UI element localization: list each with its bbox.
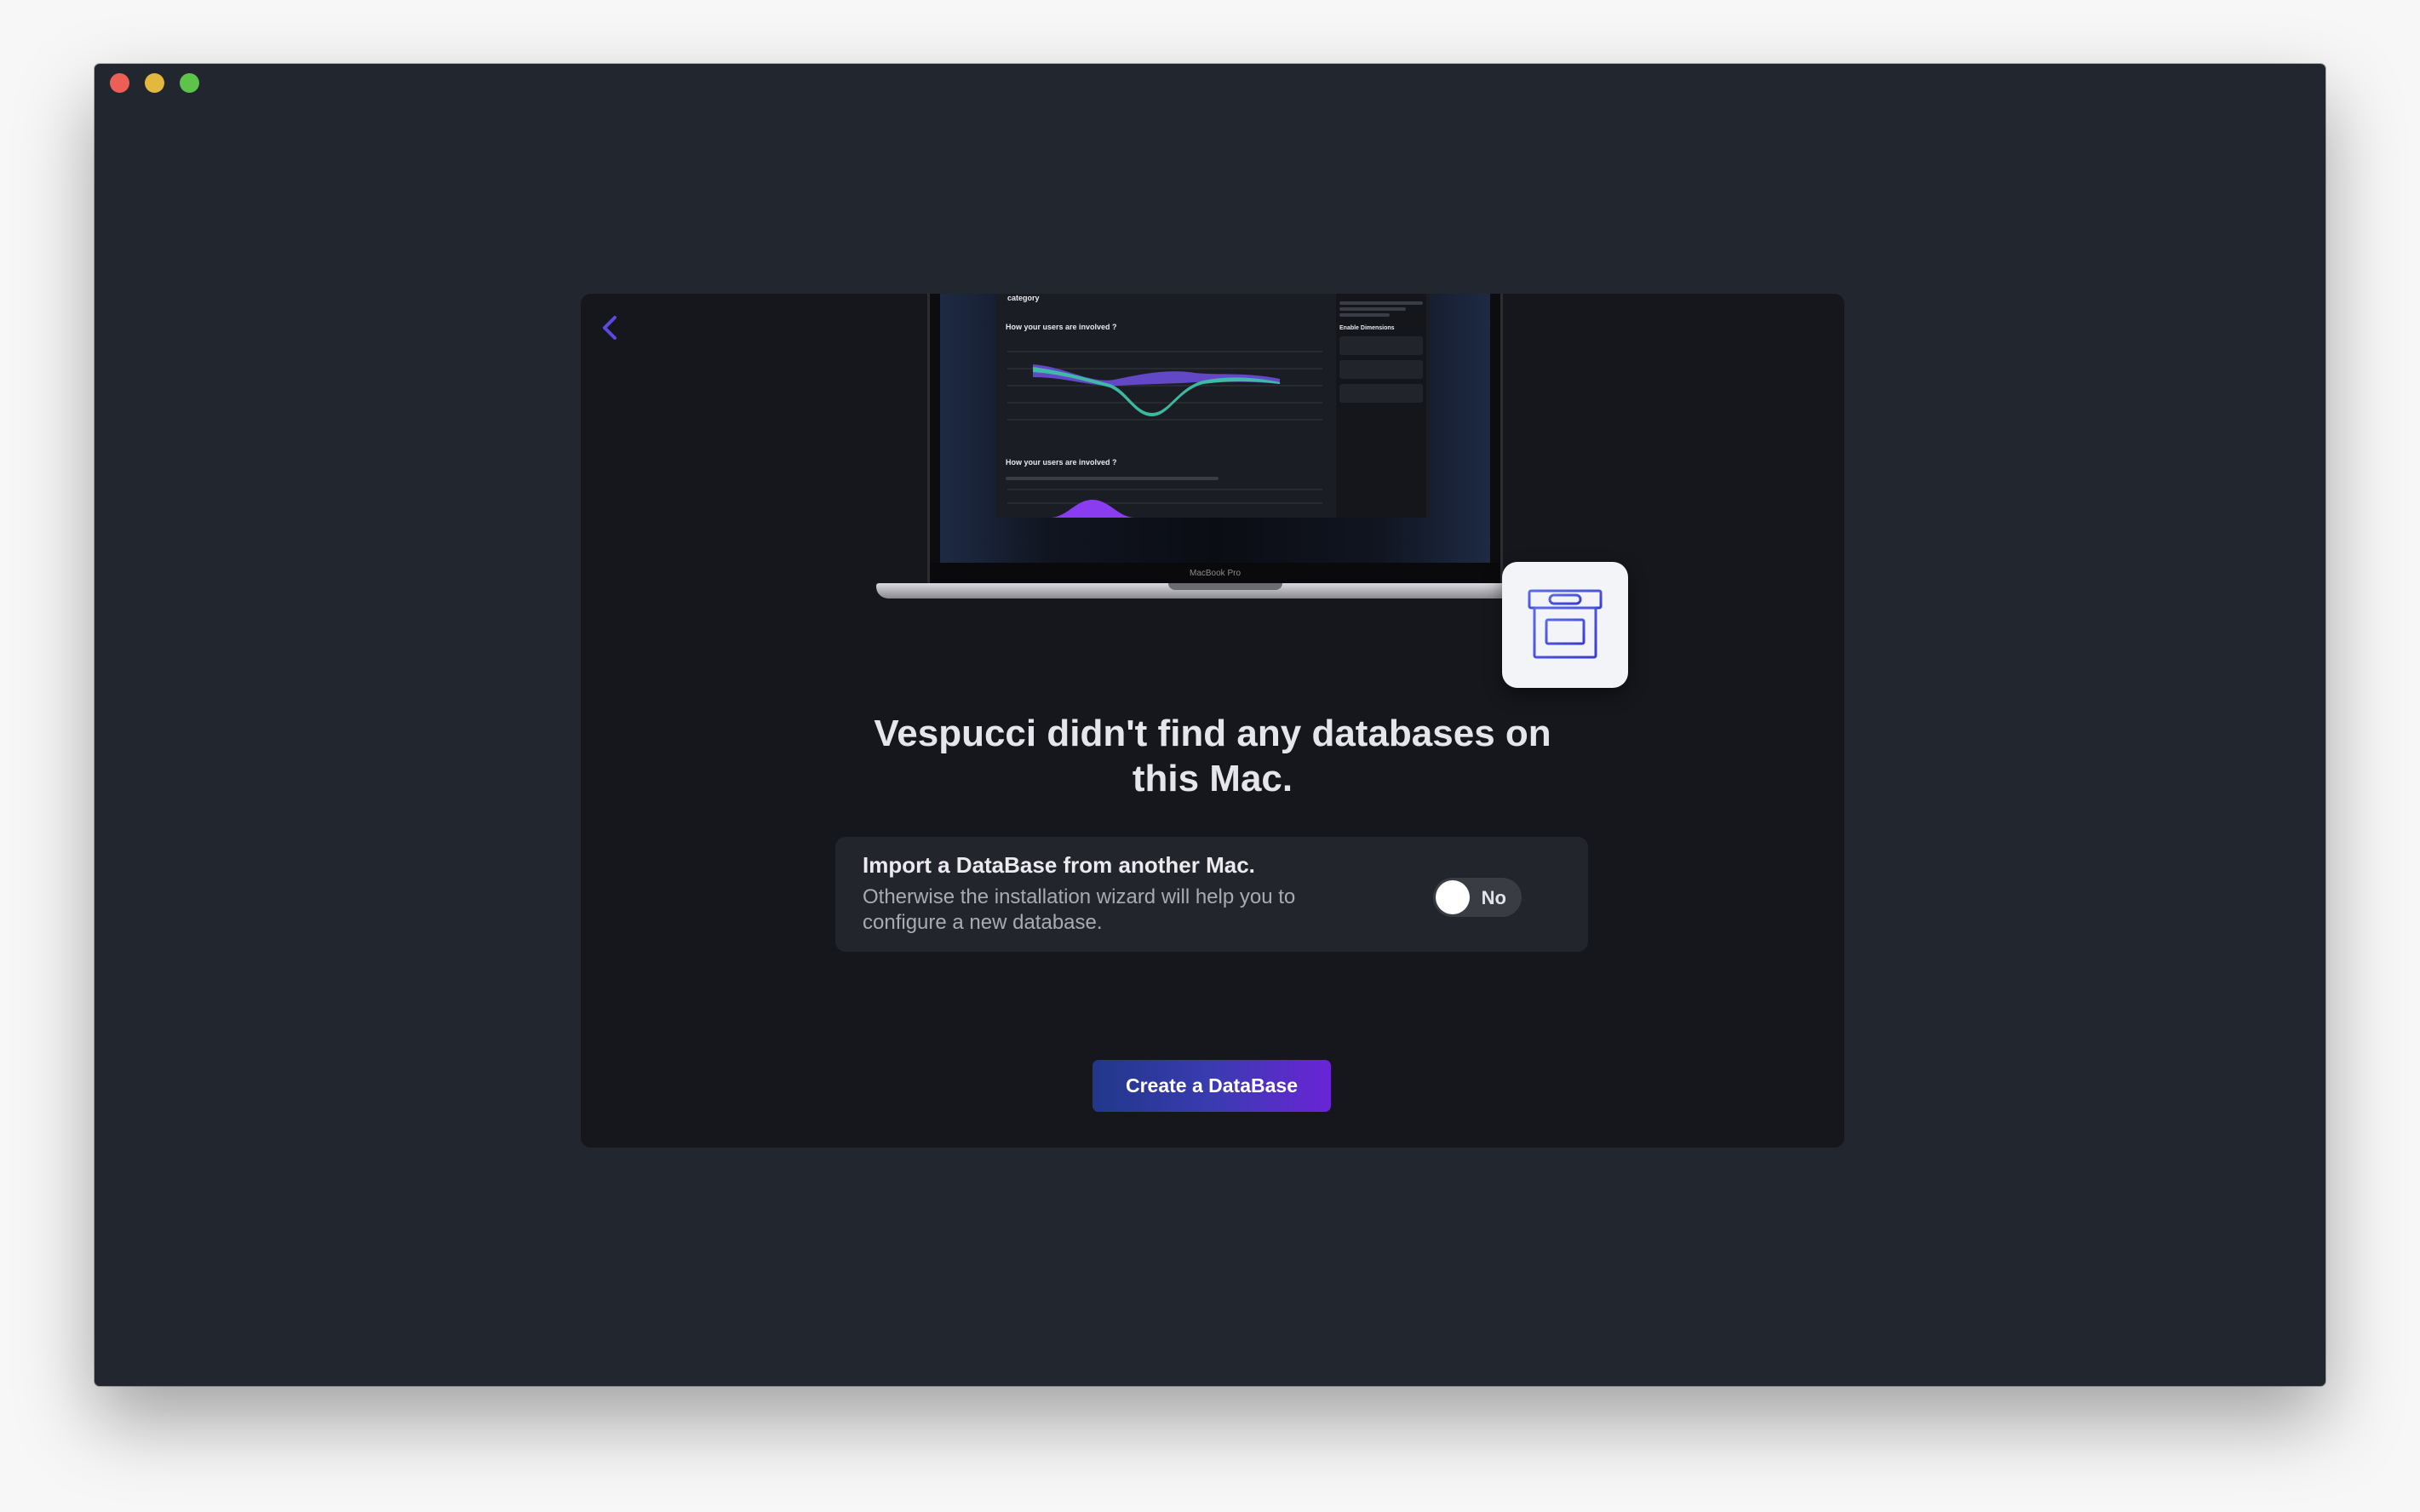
app-window: category How your users are involved ? H… [95,64,2325,1386]
screen-bezel: MacBook Pro [930,563,1500,583]
heading-line-2: this Mac. [1132,758,1293,799]
preview-section-title: How your users are involved ? [1006,323,1117,331]
chevron-left-icon [603,316,616,340]
close-window-button[interactable] [110,73,129,93]
import-description-line-2: configure a new database. [863,911,1103,934]
create-database-button[interactable]: Create a DataBase [1092,1060,1331,1112]
laptop-hinge [1168,583,1282,590]
preview-category-label: category [1007,294,1040,302]
database-badge [1502,562,1628,688]
preview-main-area: category How your users are involved ? H… [999,294,1333,518]
preview-text-line [1339,307,1407,311]
macbook-illustration: category How your users are involved ? H… [876,294,1574,613]
onboarding-panel: category How your users are involved ? H… [581,294,1844,1148]
import-toggle[interactable]: No [1433,878,1522,917]
device-model-label: MacBook Pro [1189,568,1242,578]
preview-sidebar-title: Enable Dimensions [1339,325,1395,331]
preview-text-line [1339,313,1390,317]
preview-section-title-2: How your users are involved ? [1006,458,1117,467]
preview-side-card [1339,336,1423,355]
archive-box-icon [1528,589,1603,659]
import-option-title: Import a DataBase from another Mac. [863,852,1255,878]
preview-side-card [1339,384,1423,403]
screen-app-preview: category How your users are involved ? H… [995,294,1430,518]
preview-mini-chart [1007,489,1322,518]
window-controls [110,73,199,93]
empty-state-heading: Vespucci didn't find any databases on th… [581,711,1844,801]
preview-area-chart [1007,351,1322,421]
preview-text-line [1339,301,1423,305]
laptop-screen: category How your users are involved ? H… [927,294,1503,586]
import-database-option: Import a DataBase from another Mac. Othe… [835,837,1588,952]
import-description-line-1: Otherwise the installation wizard will h… [863,885,1296,908]
import-option-description: Otherwise the installation wizard will h… [863,885,1373,936]
toggle-state-label: No [1481,887,1506,908]
back-button[interactable] [593,309,630,346]
minimize-window-button[interactable] [145,73,164,93]
preview-side-card [1339,360,1423,379]
toggle-knob [1436,880,1470,914]
zoom-window-button[interactable] [180,73,199,93]
preview-sidebar: Enable Dimensions [1336,294,1426,518]
heading-line-1: Vespucci didn't find any databases on [874,713,1551,754]
preview-text-line [1006,477,1219,480]
